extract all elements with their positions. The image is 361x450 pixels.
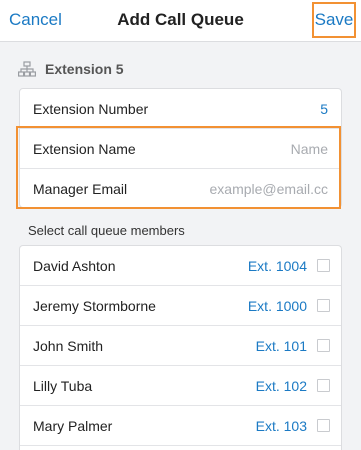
extension-hierarchy-icon [18, 61, 36, 77]
extension-number-label: Extension Number [33, 101, 149, 117]
extension-number-value: 5 [320, 101, 328, 117]
member-name: John Smith [33, 338, 104, 354]
member-extension: Ext. 101 [255, 338, 307, 354]
member-row[interactable]: David Ashton Ext. 1004 [20, 246, 341, 286]
extension-name-row: Extension Name [20, 129, 341, 169]
member-checkbox[interactable] [317, 419, 330, 432]
manager-email-label: Manager Email [33, 181, 128, 197]
manager-email-row: Manager Email [20, 169, 341, 209]
member-extension: Ext. 1004 [247, 258, 307, 274]
member-checkbox[interactable] [317, 379, 330, 392]
member-extension: Ext. 103 [255, 418, 307, 434]
member-row[interactable]: Mary Palmer Ext. 103 [20, 406, 341, 446]
member-name: Mary Palmer [33, 418, 113, 434]
members-caption: Select call queue members [28, 223, 185, 238]
member-checkbox[interactable] [317, 339, 330, 352]
member-row[interactable]: Lilly Tuba Ext. 102 [20, 366, 341, 406]
manager-email-input[interactable] [168, 178, 328, 200]
member-name: Jeremy Stormborne [33, 298, 156, 314]
nav-bar: Cancel Add Call Queue Save [0, 0, 361, 42]
extension-form-card: Extension Number 5 Extension Name Manage… [19, 88, 342, 208]
extension-name-label: Extension Name [33, 141, 136, 157]
save-button[interactable]: Save [312, 2, 356, 38]
section-title: Extension 5 [45, 61, 124, 77]
member-row[interactable]: Jeremy Stormborne Ext. 1000 [20, 286, 341, 326]
member-extension: Ext. 102 [255, 378, 307, 394]
extension-section-header: Extension 5 [18, 59, 124, 79]
member-checkbox[interactable] [317, 259, 330, 272]
member-extension: Ext. 1000 [247, 298, 307, 314]
member-row[interactable]: John Smith Ext. 101 [20, 326, 341, 366]
extension-number-row: Extension Number 5 [20, 89, 341, 129]
page-title: Add Call Queue [117, 10, 244, 29]
members-list: David Ashton Ext. 1004 Jeremy Stormborne… [19, 245, 342, 450]
member-name: David Ashton [33, 258, 116, 274]
member-checkbox[interactable] [317, 299, 330, 312]
extension-name-input[interactable] [168, 138, 328, 160]
member-name: Lilly Tuba [33, 378, 93, 394]
